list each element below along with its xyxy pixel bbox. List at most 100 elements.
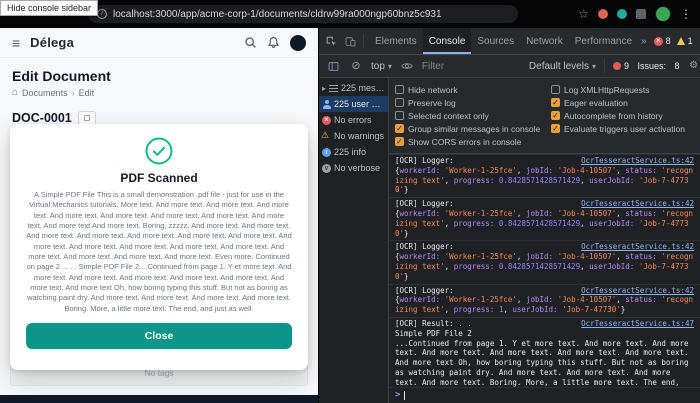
- devtools-tab-bar: Elements Console Sources Network Performance…: [319, 28, 700, 55]
- browser-actions: [578, 0, 692, 28]
- console-setting[interactable]: Log XMLHttpRequests: [551, 83, 694, 96]
- checkbox-icon[interactable]: ✓: [395, 137, 404, 146]
- warning-count-badge[interactable]: 1: [676, 36, 693, 46]
- console-sidebar-item[interactable]: No verbose: [319, 160, 388, 176]
- context-label: top: [371, 60, 385, 72]
- inspect-element-icon[interactable]: [323, 33, 339, 49]
- app-header: Délega: [0, 28, 318, 58]
- devtools-tab-console[interactable]: Console: [422, 28, 472, 54]
- log-label: [OCR] Logger:: [395, 242, 454, 252]
- source-link[interactable]: OcrTesseractService.ts:42: [581, 199, 694, 209]
- console-setting[interactable]: ✓ Show CORS errors in console: [395, 135, 545, 148]
- console-sidebar-toggle-icon[interactable]: [325, 58, 341, 74]
- search-icon[interactable]: [244, 36, 257, 49]
- checkbox-icon[interactable]: [395, 85, 404, 94]
- console-sidebar-item[interactable]: No warnings: [319, 128, 388, 144]
- notifications-bell-icon[interactable]: [267, 36, 280, 49]
- setting-label: Preserve log: [408, 97, 456, 108]
- console-sidebar-item[interactable]: No errors: [319, 112, 388, 128]
- error-icon: [322, 115, 331, 125]
- menu-icon[interactable]: [12, 35, 20, 51]
- log-label: [OCR] Logger:: [395, 199, 454, 209]
- devtools-panel: Elements Console Sources Network Performance…: [318, 28, 700, 403]
- console-settings-gear-icon[interactable]: [686, 58, 700, 74]
- console-filter-input[interactable]: [421, 60, 522, 72]
- site-info-icon[interactable]: [97, 9, 107, 19]
- source-link[interactable]: OcrTesseractService.ts:47: [581, 319, 694, 329]
- console-setting[interactable]: ✓ Autocomplete from history: [551, 109, 694, 122]
- checkbox-icon[interactable]: ✓: [551, 124, 560, 133]
- console-message: [OCR] Logger: OcrTesseractService.ts:42 {w…: [389, 154, 700, 197]
- source-link[interactable]: OcrTesseractService.ts:42: [581, 156, 694, 166]
- page-title: Edit Document: [12, 68, 111, 84]
- checkbox-icon[interactable]: [395, 111, 404, 120]
- log-label: [OCR] Logger:: [395, 156, 454, 165]
- log-levels-dropdown[interactable]: Default levels: [529, 61, 596, 72]
- copy-doc-id-icon[interactable]: [77, 111, 96, 125]
- checkbox-icon[interactable]: ✓: [395, 124, 404, 133]
- device-toolbar-icon[interactable]: [342, 33, 358, 49]
- console-sidebar: 225 messages 225 user messages No errors No…: [319, 78, 389, 403]
- console-setting[interactable]: Preserve log: [395, 96, 545, 109]
- extensions-puzzle-icon[interactable]: [636, 9, 646, 19]
- console-sidebar-item[interactable]: 225 user messages: [319, 96, 388, 112]
- extension-icon-red[interactable]: [598, 9, 608, 19]
- log-label: [OCR] Logger:: [395, 285, 454, 295]
- console-setting[interactable]: ✓ Evaluate triggers user activation: [551, 122, 694, 135]
- breadcrumb-documents[interactable]: Documents: [22, 88, 68, 98]
- console-setting[interactable]: Hide network: [395, 83, 545, 96]
- tooltip-hide-console-sidebar: Hide console sidebar: [0, 0, 99, 16]
- logged-object[interactable]: {workerId: 'Worker-1-25fce', jobId: 'Job…: [395, 252, 694, 281]
- console-setting[interactable]: ✓ Eager evaluation: [551, 96, 694, 109]
- bookmark-icon[interactable]: [578, 8, 589, 20]
- clear-console-icon[interactable]: [348, 58, 364, 74]
- source-link[interactable]: OcrTesseractService.ts:42: [581, 242, 694, 252]
- devtools-tab-network[interactable]: Network: [520, 28, 569, 54]
- checkbox-icon[interactable]: ✓: [551, 98, 560, 107]
- browser-menu-icon[interactable]: [680, 8, 692, 20]
- logged-object[interactable]: {workerId: 'Worker-1-25fce', jobId: 'Job…: [395, 166, 694, 195]
- console-sidebar-item[interactable]: 225 info: [319, 144, 388, 160]
- logged-object[interactable]: {workerId: 'Worker-1-25fce', jobId: 'Job…: [395, 209, 694, 238]
- modal-body-text: A Simple PDF File This is a small demons…: [26, 190, 292, 313]
- address-bar[interactable]: localhost:3000/app/acme-corp-1/documents…: [88, 5, 518, 23]
- issues-icon: [612, 62, 621, 70]
- browser-profile-avatar[interactable]: [655, 6, 671, 22]
- console-setting[interactable]: ✓ Group similar messages in console: [395, 122, 545, 135]
- prompt-chevron-icon: >: [395, 390, 401, 400]
- devtools-tab-sources[interactable]: Sources: [471, 28, 520, 54]
- log-label: [OCR] Result: . .: [395, 318, 472, 328]
- console-prompt[interactable]: >: [389, 387, 700, 403]
- setting-label: Show CORS errors in console: [408, 136, 522, 147]
- warning-icon: [676, 37, 685, 45]
- devtools-tab-elements[interactable]: Elements: [369, 28, 423, 54]
- setting-label: Evaluate triggers user activation: [564, 123, 685, 134]
- console-setting[interactable]: Selected context only: [395, 109, 545, 122]
- setting-label: Log XMLHttpRequests: [564, 84, 650, 95]
- source-link[interactable]: OcrTesseractService.ts:42: [581, 286, 694, 296]
- live-expression-eye-icon[interactable]: [399, 58, 415, 74]
- logged-text: Simple PDF File 2 ...Continued from page…: [395, 328, 689, 387]
- console-sidebar-item[interactable]: 225 messages: [319, 80, 388, 96]
- extension-icon-teal[interactable]: [617, 9, 627, 19]
- context-selector[interactable]: top: [371, 61, 392, 72]
- breadcrumb-separator-icon: [72, 88, 75, 98]
- error-count-badge[interactable]: 8: [653, 36, 671, 46]
- home-icon[interactable]: [12, 87, 18, 98]
- screen: localhost:3000/app/acme-corp-1/documents…: [0, 0, 700, 403]
- user-avatar[interactable]: [290, 34, 306, 51]
- logged-object[interactable]: {workerId: 'Worker-1-25fce', jobId: 'Job…: [395, 295, 694, 315]
- devtools-tabs: Elements Console Sources Network Performance: [369, 28, 638, 54]
- pdf-scanned-modal: PDF Scanned A Simple PDF File This is a …: [10, 124, 308, 370]
- devtools-tab-performance[interactable]: Performance: [569, 28, 638, 54]
- checkbox-icon[interactable]: ✓: [551, 111, 560, 120]
- modal-title: PDF Scanned: [120, 171, 198, 185]
- devtools-badges: 8 1: [653, 36, 693, 46]
- expander-icon[interactable]: [322, 84, 326, 93]
- checkbox-icon[interactable]: [551, 85, 560, 94]
- warning-icon: [321, 130, 331, 141]
- more-tabs-icon[interactable]: [641, 36, 647, 47]
- close-button[interactable]: Close: [26, 323, 292, 350]
- issues-badge[interactable]: 9 Issues: 8: [612, 61, 680, 71]
- checkbox-icon[interactable]: [395, 98, 404, 107]
